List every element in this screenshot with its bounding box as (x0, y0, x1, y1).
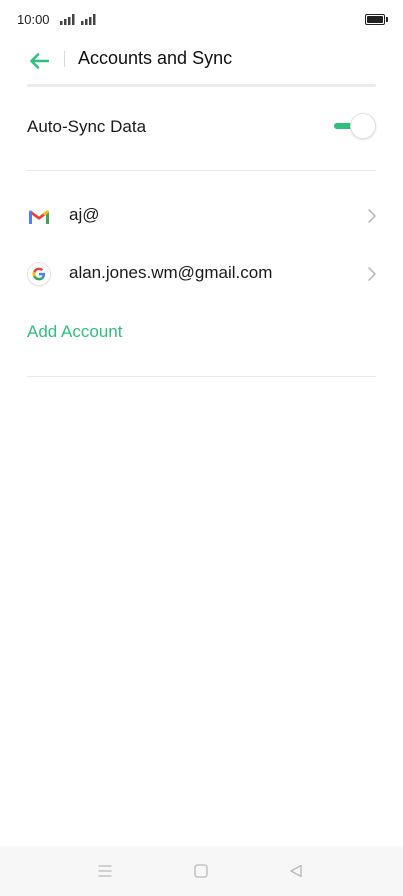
home-button[interactable] (191, 861, 211, 881)
status-bar: 10:00 (0, 0, 403, 40)
arrow-left-icon (30, 53, 49, 69)
divider (27, 376, 376, 377)
auto-sync-row[interactable]: Auto-Sync Data (0, 104, 403, 150)
screen: 10:00 Accounts and Sync Auto-Sync Data a… (0, 0, 403, 896)
toggle-knob (350, 113, 376, 139)
recent-apps-button[interactable] (95, 861, 115, 881)
chevron-right-icon (368, 209, 376, 223)
back-nav-button[interactable] (286, 861, 306, 881)
page-title: Accounts and Sync (78, 48, 233, 68)
chevron-right-icon (368, 267, 376, 281)
square-icon (194, 864, 208, 878)
signal-icon (81, 14, 96, 25)
google-icon (27, 262, 51, 286)
account-row-google[interactable]: alan.jones.wm@gmail.com (0, 249, 403, 299)
add-account-link[interactable]: Add Account (27, 322, 122, 342)
gmail-icon (27, 204, 51, 228)
triangle-back-icon (290, 864, 302, 878)
divider (27, 170, 376, 171)
signal-icon (60, 14, 75, 25)
account-row-gmail[interactable]: aj@ (0, 191, 403, 241)
status-time: 10:00 (17, 12, 50, 27)
auto-sync-toggle[interactable] (332, 112, 376, 140)
header-separator (27, 84, 376, 87)
menu-icon (98, 865, 112, 877)
header: Accounts and Sync (0, 40, 403, 84)
navigation-bar (0, 846, 403, 896)
battery-icon (365, 14, 388, 25)
account-label: alan.jones.wm@gmail.com (69, 263, 273, 282)
back-button[interactable] (24, 46, 54, 76)
account-label: aj@ (69, 205, 100, 224)
auto-sync-label: Auto-Sync Data (27, 117, 147, 136)
header-divider (64, 51, 65, 67)
